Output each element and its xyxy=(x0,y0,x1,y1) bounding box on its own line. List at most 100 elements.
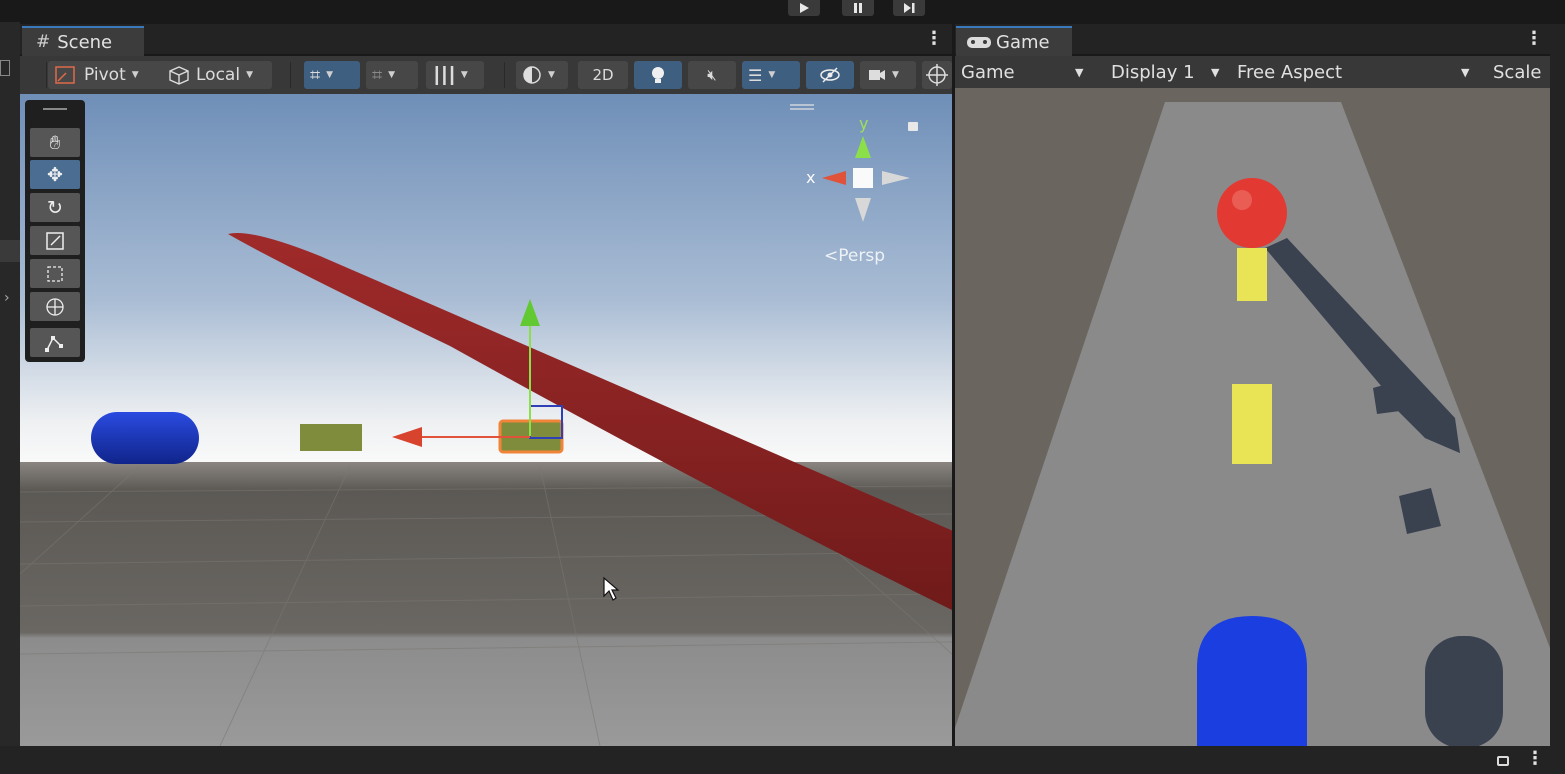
custom-tool-button[interactable] xyxy=(30,328,80,357)
tab-scene[interactable]: # Scene xyxy=(22,26,144,56)
yellow-cube xyxy=(1232,384,1272,464)
play-button[interactable] xyxy=(788,0,820,16)
2d-toggle[interactable]: 2D xyxy=(578,61,628,89)
toolbar-divider xyxy=(290,62,291,88)
hidden-eye-icon xyxy=(820,67,840,83)
game-more-icon[interactable]: ⋮ xyxy=(1525,28,1543,49)
pause-icon xyxy=(854,3,862,13)
gizmo-drag-handle[interactable] xyxy=(790,108,814,110)
game-toolbar: Game ▼ Display 1 ▼ Free Aspect ▼ Scale xyxy=(955,56,1550,88)
toolbar-divider xyxy=(504,62,505,88)
step-icon xyxy=(904,3,915,13)
sidebar-row[interactable] xyxy=(0,240,20,262)
panel-icon[interactable] xyxy=(0,60,10,76)
game-view-select[interactable]: Game ▼ xyxy=(955,57,1095,87)
scale-icon xyxy=(46,231,64,250)
2d-label: 2D xyxy=(592,66,614,84)
rotate-tool-button[interactable]: ↻ xyxy=(30,193,80,222)
rect-tool-button[interactable] xyxy=(30,259,80,288)
persp-label: Persp xyxy=(838,246,885,266)
lighting-toggle[interactable] xyxy=(634,61,682,89)
scene-tab-strip xyxy=(20,24,952,54)
camera-dropdown[interactable]: ▼ xyxy=(860,61,916,89)
shading-sphere-icon xyxy=(523,66,541,84)
rotate-icon: ↻ xyxy=(47,196,63,219)
bottom-status-bar: ⋮ xyxy=(0,746,1565,774)
step-button[interactable] xyxy=(893,0,925,16)
chevron-down-icon: ▼ xyxy=(1461,66,1470,79)
status-more-icon[interactable]: ⋮ xyxy=(1526,748,1544,769)
gizmo-y-label: y xyxy=(859,114,869,133)
grid-plane-icon: ⌗ xyxy=(372,64,383,86)
transform-icon xyxy=(46,297,64,316)
blue-capsule-player xyxy=(1197,616,1307,746)
local-dropdown[interactable]: Local ▼ xyxy=(162,61,272,89)
grid-snap-icon: ⌗ xyxy=(310,64,321,86)
chevron-down-icon: ▼ xyxy=(388,70,396,80)
chevron-down-icon: ▼ xyxy=(548,70,555,80)
pivot-label: Pivot xyxy=(84,65,126,85)
local-label: Local xyxy=(196,65,241,85)
yellow-cube xyxy=(1237,248,1267,301)
scene-more-icon[interactable]: ⋮ xyxy=(925,28,943,49)
olive-cube[interactable] xyxy=(300,424,362,451)
display-select[interactable]: Display 1 ▼ xyxy=(1105,57,1231,87)
red-ball xyxy=(1217,178,1287,248)
visibility-toggle[interactable] xyxy=(806,61,854,89)
mouse-cursor-icon xyxy=(603,576,620,601)
scene-viewport[interactable]: ✋︎ ✥ ↻ y x <Persp xyxy=(20,94,952,746)
tab-game-label: Game xyxy=(996,31,1050,53)
capsule-shadow xyxy=(1425,636,1503,746)
display-label: Display 1 xyxy=(1111,61,1195,83)
effects-icon: ☰ xyxy=(748,65,763,85)
game-view-label: Game xyxy=(961,61,1015,83)
camera-icon xyxy=(869,70,885,80)
chevron-down-icon: ▼ xyxy=(1075,66,1084,79)
chevron-down-icon: ▼ xyxy=(1211,66,1220,79)
pivot-icon xyxy=(55,66,75,84)
game-viewport[interactable] xyxy=(955,88,1550,746)
cube-icon xyxy=(169,66,189,85)
scale-label: Scale xyxy=(1493,61,1542,83)
aspect-label: Free Aspect xyxy=(1237,61,1343,83)
scale-tool-button[interactable] xyxy=(30,226,80,255)
right-edge-strip xyxy=(1550,24,1565,746)
shading-mode-dropdown[interactable]: ▼ xyxy=(516,61,568,89)
blue-capsule[interactable] xyxy=(91,412,199,464)
increment-snap-toggle[interactable]: ┃┃┃ ▼ xyxy=(426,61,484,89)
grid-plane-toggle[interactable]: ⌗ ▼ xyxy=(366,61,418,89)
perspective-icon: < xyxy=(824,246,839,266)
toolbar-divider xyxy=(46,62,47,88)
left-sidebar: › xyxy=(0,22,20,746)
move-tool-button[interactable]: ✥ xyxy=(30,160,80,189)
chevron-down-icon: ▼ xyxy=(768,70,776,80)
game-render xyxy=(955,88,1550,746)
effects-toggle[interactable]: ☰ ▼ xyxy=(742,61,800,89)
play-toolbar xyxy=(0,0,1565,22)
chevron-right-icon[interactable]: › xyxy=(4,290,10,306)
hand-icon: ✋︎ xyxy=(49,131,61,154)
aspect-select[interactable]: Free Aspect ▼ xyxy=(1231,57,1481,87)
audio-toggle[interactable]: 🔇︎ xyxy=(688,61,736,89)
chevron-down-icon: ▼ xyxy=(326,70,334,80)
transform-tool-button[interactable] xyxy=(30,292,80,321)
chevron-down-icon: ▼ xyxy=(131,70,139,80)
pause-button[interactable] xyxy=(842,0,874,16)
pivot-dropdown[interactable]: Pivot ▼ xyxy=(48,61,176,89)
tab-game[interactable]: Game xyxy=(956,26,1072,56)
gizmo-drag-handle[interactable] xyxy=(790,104,814,106)
play-icon xyxy=(800,3,809,13)
rect-transform-icon xyxy=(47,265,63,282)
grid-snap-toggle[interactable]: ⌗ ▼ xyxy=(304,61,360,89)
move-icon: ✥ xyxy=(47,163,63,186)
chevron-down-icon: ▼ xyxy=(246,70,253,80)
gizmos-button[interactable] xyxy=(922,61,952,89)
palette-drag-handle[interactable] xyxy=(43,108,67,110)
scale-slider[interactable]: Scale xyxy=(1487,57,1550,87)
lock-icon[interactable] xyxy=(908,122,918,131)
chevron-down-icon: ▼ xyxy=(892,70,899,80)
hand-tool-button[interactable]: ✋︎ xyxy=(30,128,80,157)
projection-toggle[interactable]: <Persp xyxy=(824,246,885,266)
orientation-gizmo[interactable] xyxy=(802,114,912,224)
lock-icon[interactable] xyxy=(1497,756,1509,766)
